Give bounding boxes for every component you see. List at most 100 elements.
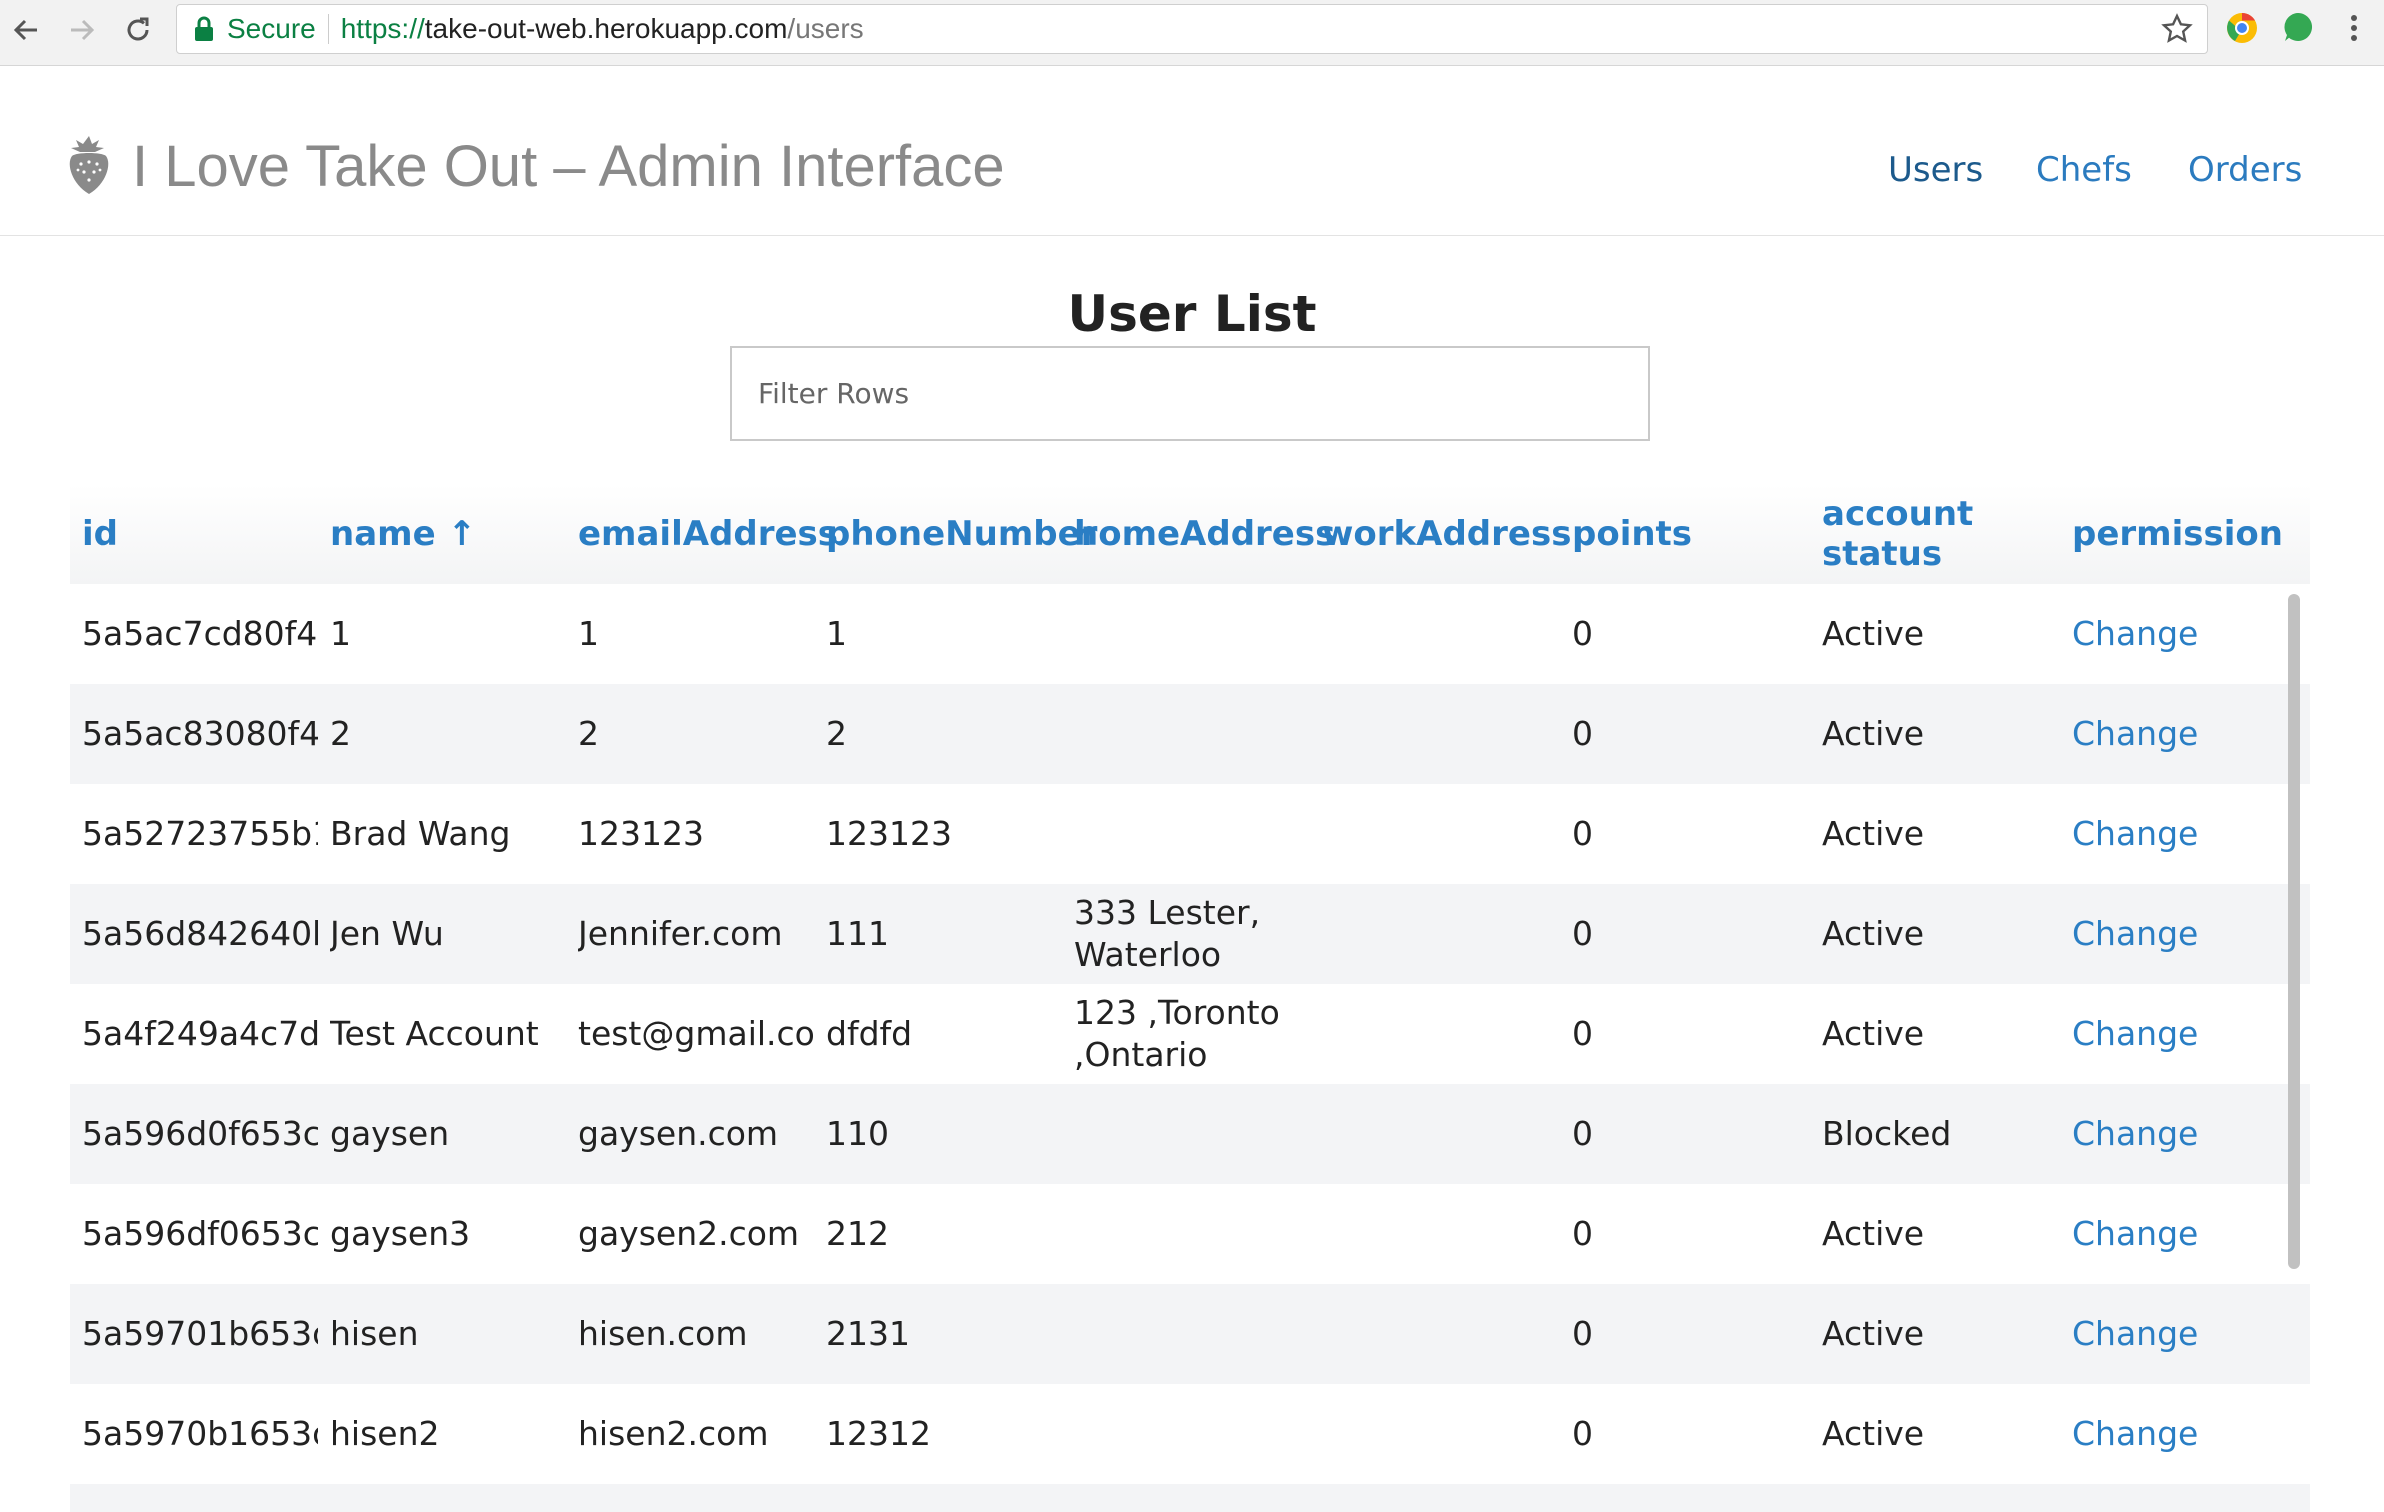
cell-phone: 2 <box>826 714 847 753</box>
cell-phone: 123123 <box>826 814 952 853</box>
cell-account-status: Blocked <box>1822 1114 1952 1153</box>
nav-chefs[interactable]: Chefs <box>2036 150 2132 190</box>
cell-account-status: Active <box>1822 914 1925 953</box>
column-header-permission[interactable]: permission <box>2072 484 2302 584</box>
address-bar[interactable]: Secure https://take-out-web.herokuapp.co… <box>176 4 2208 54</box>
cell-home-address: 123 ,Toronto ,Ontario <box>1074 993 1280 1074</box>
cell-account-status: Active <box>1822 614 1925 653</box>
cell-id: 5a5ac7cd80f43 <box>82 614 318 653</box>
cell-account-status: Active <box>1822 1314 1925 1353</box>
column-header-phone[interactable]: phoneNumber <box>826 484 1097 584</box>
nav-users[interactable]: Users <box>1888 150 1983 190</box>
cell-account-status <box>1822 1484 2062 1512</box>
cell-points: 0 <box>1572 614 1593 653</box>
table-row: 5a5ac83080f43 2 2 2 0 Active Change <box>70 684 2310 784</box>
cell-work-address <box>1322 884 1562 984</box>
cell-email: gaysen2.com <box>578 1214 800 1253</box>
change-permission-link[interactable]: Change <box>2072 784 2302 884</box>
cell-name: gaysen <box>330 1114 450 1153</box>
cell-name: 2 <box>330 714 351 753</box>
browser-toolbar: Secure https://take-out-web.herokuapp.co… <box>0 0 2384 66</box>
cell-work-address <box>1322 984 1562 1084</box>
cell-phone <box>826 1484 1066 1512</box>
table-row: 5a52723755b1 Brad Wang 123123 123123 0 Active… <box>70 784 2310 884</box>
cell-home-address <box>1074 1484 1314 1512</box>
cell-account-status: Active <box>1822 1214 1925 1253</box>
change-permission-link[interactable]: Change <box>2072 1284 2302 1384</box>
change-permission-link[interactable]: Change <box>2072 1184 2302 1284</box>
cell-email <box>578 1484 814 1512</box>
cell-email: hisen2.com <box>578 1414 769 1453</box>
url-scheme: https:// <box>340 13 425 44</box>
green-extension-icon[interactable] <box>2280 10 2316 46</box>
change-permission-link[interactable]: Change <box>2072 884 2302 984</box>
table-row: 5a4f249a4c7d3 Test Account test@gmail.com d… <box>70 984 2310 1084</box>
cell-name: Jen Wu <box>330 914 444 953</box>
column-header-name[interactable]: name ↑ <box>330 484 570 584</box>
cell-points: 0 <box>1572 714 1593 753</box>
cell-work-address <box>1322 1384 1562 1484</box>
column-header-work-address[interactable]: workAddress <box>1322 484 1571 584</box>
cell-home-address <box>1074 784 1314 884</box>
cell-points: 0 <box>1572 914 1593 953</box>
change-permission-link[interactable]: Change <box>2072 984 2302 1084</box>
cell-work-address <box>1322 584 1562 684</box>
cell-home-address: 333 Lester, Waterloo <box>1074 893 1261 974</box>
column-header-id[interactable]: id <box>82 484 322 584</box>
change-permission-link[interactable]: Change <box>2072 584 2302 684</box>
app-header: I Love Take Out – Admin Interface Users … <box>0 66 2384 236</box>
cell-work-address <box>1322 684 1562 784</box>
table-scrollbar[interactable] <box>2288 594 2300 1269</box>
change-permission-link[interactable]: Change <box>2072 684 2302 784</box>
cell-email: 123123 <box>578 814 704 853</box>
secure-label: Secure <box>227 13 316 44</box>
cell-home-address <box>1074 1084 1314 1184</box>
cell-name: hisen <box>330 1314 419 1353</box>
back-icon[interactable] <box>4 8 48 52</box>
nav-orders[interactable]: Orders <box>2188 150 2302 190</box>
cell-id: 5a596d0f653ca <box>82 1114 318 1153</box>
change-permission-link[interactable]: Change <box>2072 1084 2302 1184</box>
cell-home-address <box>1074 584 1314 684</box>
filter-input[interactable] <box>730 346 1650 441</box>
table-row: 5a596df0653ca gaysen3 gaysen2.com 212 0 Activ… <box>70 1184 2310 1284</box>
page-title: User List <box>1067 285 1317 343</box>
star-icon[interactable] <box>2161 13 2193 45</box>
table-row: 5a59701b653c hisen hisen.com 2131 0 Active Cha… <box>70 1284 2310 1384</box>
cell-id: 5a4f249a4c7d3 <box>82 1014 318 1053</box>
cell-id: 5a5970b1653c <box>82 1414 318 1453</box>
cell-email: hisen.com <box>578 1314 748 1353</box>
cell-points: 0 <box>1572 1114 1593 1153</box>
column-header-home-address[interactable]: homeAddress <box>1074 484 1335 584</box>
table-row: 5a5ac7cd80f43 1 1 1 0 Active Change <box>70 584 2310 684</box>
cell-name: Test Account <box>330 1014 539 1053</box>
cell-home-address <box>1074 1384 1314 1484</box>
forward-icon[interactable] <box>60 8 104 52</box>
cell-points <box>1572 1484 1812 1512</box>
column-header-email[interactable]: emailAddress <box>578 484 838 584</box>
cell-home-address <box>1074 684 1314 784</box>
cell-id: 5a5ac83080f43 <box>82 714 318 753</box>
column-header-account-status[interactable]: account status <box>1822 484 1982 584</box>
cell-points: 0 <box>1572 814 1593 853</box>
cell-points: 0 <box>1572 1214 1593 1253</box>
cell-id: 5a59701b653c <box>82 1314 318 1353</box>
app-title[interactable]: I Love Take Out – Admin Interface <box>132 134 1005 200</box>
cell-name: hisen2 <box>330 1414 440 1453</box>
change-permission-link[interactable] <box>2072 1484 2302 1512</box>
cell-phone: dfdfd <box>826 1014 913 1053</box>
cell-work-address <box>1322 1484 1562 1512</box>
cell-account-status: Active <box>1822 1414 1925 1453</box>
change-permission-link[interactable]: Change <box>2072 1384 2302 1484</box>
column-header-points[interactable]: points <box>1572 484 1812 584</box>
reload-icon[interactable] <box>116 8 160 52</box>
cell-points: 0 <box>1572 1414 1593 1453</box>
cell-email: gaysen.com <box>578 1114 779 1153</box>
url-path: /users <box>787 13 864 44</box>
cell-phone: 110 <box>826 1114 889 1153</box>
chrome-extension-icon[interactable] <box>2224 10 2260 46</box>
cell-home-address <box>1074 1284 1314 1384</box>
menu-icon[interactable] <box>2336 10 2372 46</box>
cell-name: 1 <box>330 614 351 653</box>
cell-id: 5a56d842640b <box>82 914 318 953</box>
